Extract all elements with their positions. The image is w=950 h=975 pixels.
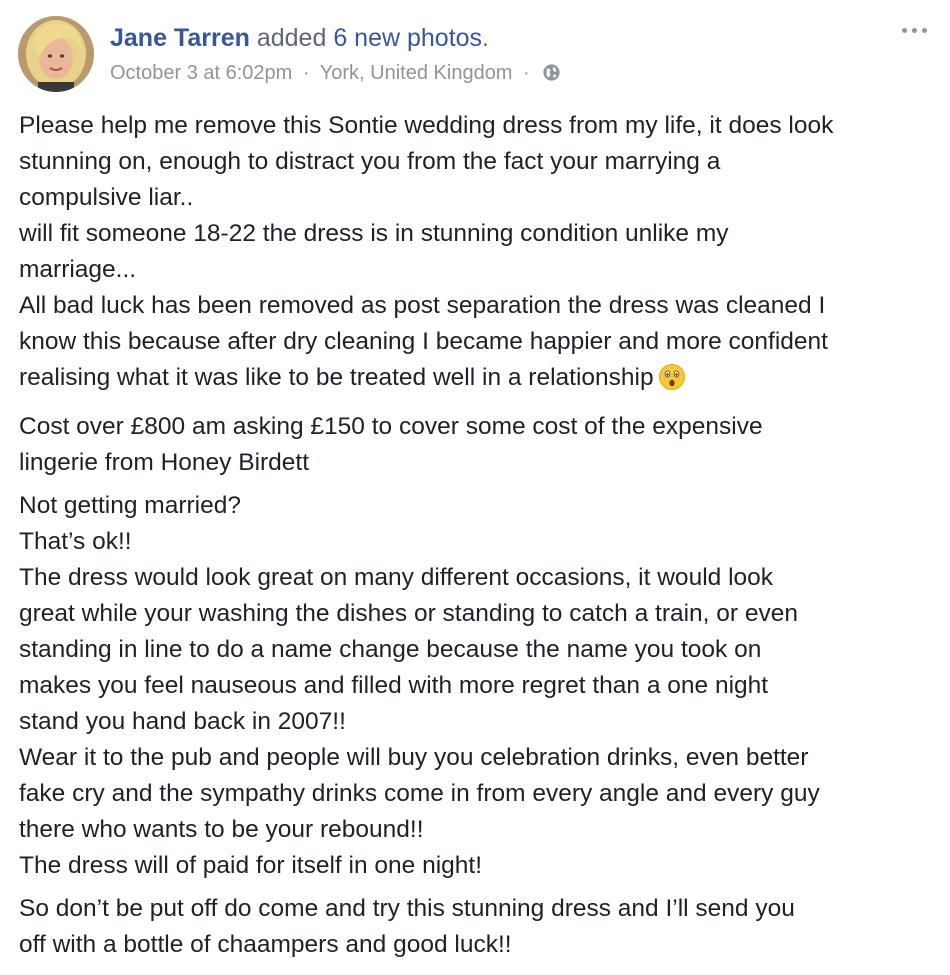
post-text-line: So don’t be put off do come and try this… xyxy=(19,895,795,922)
post-text-line: fake cry and the sympathy drinks come in… xyxy=(19,780,820,807)
post-text-line: Wear it to the pub and people will buy y… xyxy=(19,744,809,771)
author-line: Jane Tarren added 6 new photos. xyxy=(110,23,489,53)
post-text-line: standing in line to do a name change bec… xyxy=(19,636,762,663)
post-text-line: That’s ok!! xyxy=(19,528,132,555)
post-timestamp-link[interactable]: October 3 at 6:02pm xyxy=(110,62,292,84)
post-text-line: know this because after dry cleaning I b… xyxy=(19,328,828,355)
post-text-line: stunning on, enough to distract you from… xyxy=(19,148,721,175)
post-text-line: off with a bottle of chaampers and good … xyxy=(19,931,512,958)
post-location-link[interactable]: York, United Kingdom xyxy=(320,62,513,84)
author-action-text: added xyxy=(256,24,327,52)
post-text-line: will fit someone 18-22 the dress is in s… xyxy=(19,220,729,247)
post-text-line: great while your washing the dishes or s… xyxy=(19,600,798,627)
post-paragraph: Not getting married? That’s ok!! The dre… xyxy=(19,488,939,884)
post-body: Please help me remove this Sontie weddin… xyxy=(19,108,939,970)
post-text-line: stand you hand back in 2007!! xyxy=(19,708,346,735)
author-action-suffix: . xyxy=(482,24,489,52)
more-options-icon[interactable] xyxy=(898,20,932,44)
astonished-face-emoji-icon xyxy=(658,363,686,402)
post-text-line: lingerie from Honey Birdett xyxy=(19,449,310,476)
post-text-line: there who wants to be your rebound!! xyxy=(19,816,424,843)
post-text-line: Not getting married? xyxy=(19,492,241,519)
post-text-line: All bad luck has been removed as post se… xyxy=(19,292,826,319)
post-text-line-with-emoji: realising what it was like to be treated… xyxy=(19,360,939,402)
post-text-line: The dress would look great on many diffe… xyxy=(19,564,774,591)
post-text-line: compulsive liar.. xyxy=(19,184,194,211)
meta-separator: · xyxy=(523,62,530,84)
post-header: Jane Tarren added 6 new photos. October … xyxy=(18,16,938,96)
post-text-line: marriage... xyxy=(19,256,137,283)
post-meta: October 3 at 6:02pm · York, United Kingd… xyxy=(110,60,561,89)
new-photos-link[interactable]: 6 new photos xyxy=(333,24,482,52)
meta-separator: · xyxy=(302,62,310,84)
author-name-link[interactable]: Jane Tarren xyxy=(110,24,250,52)
post-paragraph: Please help me remove this Sontie weddin… xyxy=(19,108,939,402)
post-text-line: realising what it was like to be treated… xyxy=(19,364,654,391)
author-avatar[interactable] xyxy=(18,16,94,92)
facebook-post: Jane Tarren added 6 new photos. October … xyxy=(0,0,950,975)
globe-icon[interactable] xyxy=(542,63,561,89)
post-text-line: Please help me remove this Sontie weddin… xyxy=(19,112,834,139)
post-text-line: Cost over £800 am asking £150 to cover s… xyxy=(19,413,763,440)
post-paragraph: So don’t be put off do come and try this… xyxy=(19,891,939,963)
post-text-line: makes you feel nauseous and filled with … xyxy=(19,672,769,699)
post-text-line: The dress will of paid for itself in one… xyxy=(19,852,483,879)
post-paragraph: Cost over £800 am asking £150 to cover s… xyxy=(19,409,939,481)
